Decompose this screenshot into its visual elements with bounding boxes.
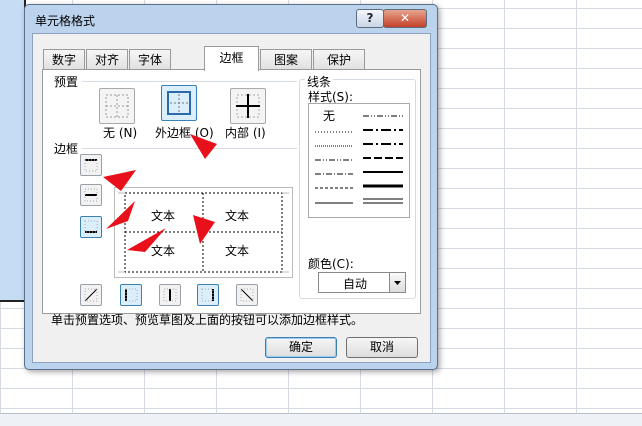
tab-border[interactable]: 边框	[204, 46, 259, 71]
red-arrow-icon	[193, 215, 215, 244]
red-arrow-icon	[127, 228, 166, 252]
annotation-arrows	[103, 134, 217, 252]
red-arrow-icon	[103, 170, 136, 191]
red-arrow-icon	[106, 201, 135, 229]
red-arrow-icon	[190, 134, 217, 159]
